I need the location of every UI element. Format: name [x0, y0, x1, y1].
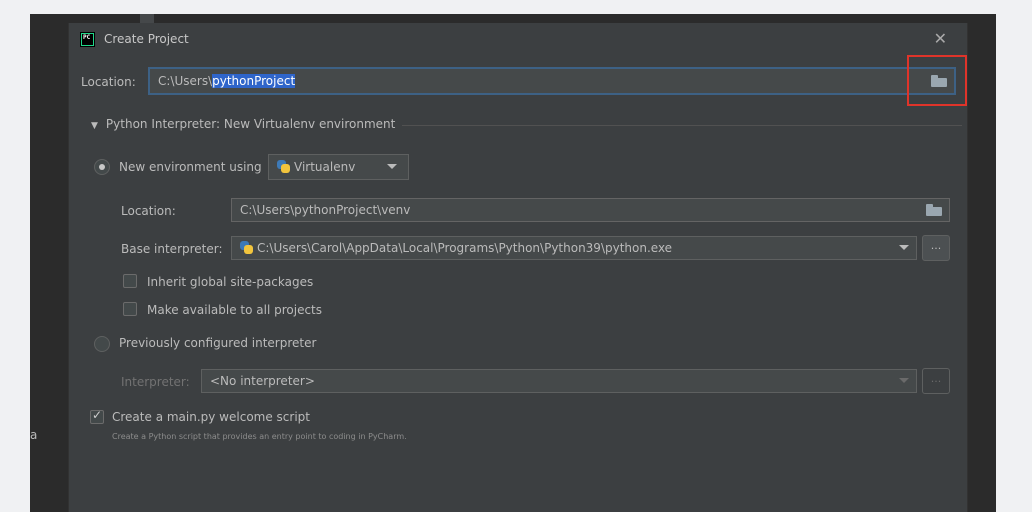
make-available-label: Make available to all projects — [147, 303, 323, 317]
create-project-dialog: PC Create Project ✕ Location: C:\Users\p… — [68, 23, 968, 512]
chevron-down-icon — [387, 164, 397, 169]
inherit-site-packages-label: Inherit global site-packages — [147, 275, 314, 289]
section-divider — [402, 125, 962, 126]
venv-location-value: C:\Users\pythonProject\venv — [240, 203, 411, 217]
ide-tab-stub — [140, 14, 154, 23]
interpreter-value: <No interpreter> — [210, 374, 315, 388]
new-environment-label: New environment using — [119, 160, 262, 174]
highlight-box — [907, 55, 967, 106]
location-value-selected: pythonProject — [212, 74, 296, 88]
project-location-input[interactable]: C:\Users\pythonProject — [148, 67, 956, 95]
interpreter-browse-button[interactable]: ... — [922, 368, 950, 394]
environment-tool-value: Virtualenv — [294, 160, 356, 174]
make-available-checkbox[interactable] — [123, 302, 137, 316]
base-interpreter-value: C:\Users\Carol\AppData\Local\Programs\Py… — [257, 241, 673, 255]
python-icon — [240, 241, 253, 254]
chevron-down-icon — [899, 378, 909, 383]
close-icon[interactable]: ✕ — [934, 29, 947, 48]
previous-interpreter-radio[interactable] — [94, 336, 110, 352]
interpreter-label: Interpreter: — [121, 375, 190, 389]
chevron-down-icon — [899, 245, 909, 250]
new-environment-radio[interactable] — [94, 159, 110, 175]
welcome-script-checkbox[interactable] — [90, 408, 104, 424]
base-interpreter-dropdown[interactable]: C:\Users\Carol\AppData\Local\Programs\Py… — [231, 236, 917, 260]
welcome-script-label: Create a main.py welcome script — [112, 410, 310, 424]
venv-location-label: Location: — [121, 204, 176, 218]
interpreter-section-header: Python Interpreter: New Virtualenv envir… — [105, 117, 396, 131]
dialog-titlebar: PC Create Project ✕ — [69, 23, 967, 56]
location-label: Location: — [81, 75, 136, 89]
base-interpreter-label: Base interpreter: — [121, 242, 223, 256]
venv-folder-icon[interactable] — [926, 204, 942, 216]
python-icon — [277, 160, 290, 173]
interpreter-section-toggle[interactable]: ▼ Python Interpreter: New Virtualenv envi… — [91, 117, 395, 131]
inherit-site-packages-checkbox[interactable] — [123, 274, 137, 288]
venv-location-input[interactable]: C:\Users\pythonProject\venv — [231, 198, 950, 222]
ide-side-label: a — [30, 428, 38, 442]
base-interpreter-browse-button[interactable]: ... — [922, 235, 950, 261]
location-value-prefix: C:\Users\ — [158, 74, 213, 88]
welcome-script-hint: Create a Python script that provides an … — [112, 432, 407, 441]
interpreter-dropdown[interactable]: <No interpreter> — [201, 369, 917, 393]
dialog-title: Create Project — [104, 32, 189, 46]
previous-interpreter-label: Previously configured interpreter — [119, 336, 317, 350]
triangle-down-icon: ▼ — [91, 121, 98, 131]
pycharm-icon: PC — [80, 32, 95, 47]
